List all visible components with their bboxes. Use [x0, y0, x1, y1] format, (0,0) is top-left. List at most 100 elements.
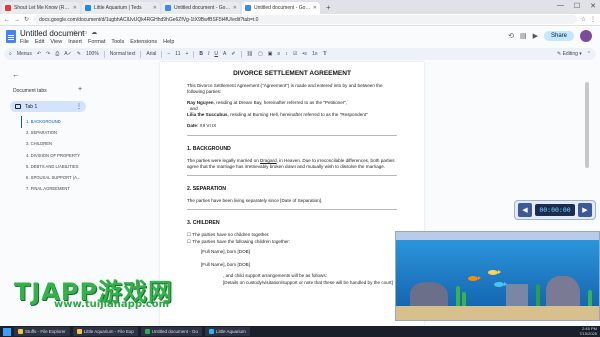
taskbar-item[interactable]: Little Aquarium: [205, 327, 250, 336]
emulator-right-button[interactable]: ▶: [578, 203, 592, 217]
browser-tab[interactable]: Shout Let Me Know (Resc... ✕: [2, 2, 80, 14]
more-options-icon[interactable]: ⋮: [76, 103, 82, 110]
style-select[interactable]: Normal text: [110, 51, 136, 57]
reload-icon[interactable]: ↻: [24, 16, 29, 23]
outline-item[interactable]: 4. DIVISION OF PROPERTY: [26, 150, 98, 161]
menu-format[interactable]: Format: [88, 39, 105, 45]
menu-help[interactable]: Help: [163, 39, 174, 45]
close-icon[interactable]: ✕: [233, 5, 237, 11]
underline-icon[interactable]: U: [214, 51, 218, 57]
menu-view[interactable]: View: [50, 39, 62, 45]
taskbar-item[interactable]: Little Aquarium - File Exp: [72, 327, 138, 336]
fish-sprite[interactable]: [468, 276, 481, 281]
new-tab-button[interactable]: +: [322, 3, 335, 12]
close-icon[interactable]: ✕: [153, 5, 157, 11]
outline-item[interactable]: 2. SEPARATION: [26, 127, 98, 138]
redo-icon[interactable]: ↷: [46, 51, 50, 57]
aquarium-titlebar[interactable]: [396, 232, 599, 240]
emulator-left-button[interactable]: ◀: [518, 203, 532, 217]
aquarium-app-icon: [209, 329, 214, 334]
menu-extensions[interactable]: Extensions: [130, 39, 157, 45]
clear-format-icon[interactable]: T̸: [323, 51, 326, 57]
menu-insert[interactable]: Insert: [68, 39, 82, 45]
scrollbar-thumb[interactable]: [585, 82, 589, 168]
taskbar-item[interactable]: Untitled document - Go: [140, 327, 202, 336]
section-heading: 2. SEPARATION: [187, 185, 227, 192]
menu-tools[interactable]: Tools: [111, 39, 124, 45]
custody-details: [Details on custody/visitation/support o…: [223, 279, 393, 285]
comments-icon[interactable]: ▤: [520, 32, 527, 40]
taskbar-item[interactable]: Stuffs - File Explorer: [14, 327, 70, 336]
link-icon[interactable]: ⛓: [247, 51, 253, 57]
bookmark-star-icon[interactable]: ☆: [581, 16, 586, 23]
zoom-select[interactable]: 100%: [86, 51, 99, 57]
close-icon[interactable]: ✕: [313, 5, 317, 11]
url-input[interactable]: docs.google.com/document/d/1ugbhAClUvUQk…: [33, 15, 577, 24]
menus-button[interactable]: Menus: [17, 51, 32, 57]
party-2-details: , residing at Burning Hell, hereinafter …: [227, 112, 368, 118]
checkbox-option[interactable]: ☐ The parties have no children together.: [187, 232, 397, 239]
collapse-toolbar-icon[interactable]: ⌃: [587, 51, 591, 57]
text-color-icon[interactable]: A: [223, 51, 226, 57]
move-folder-icon[interactable]: ▭: [81, 29, 87, 36]
aquarium-window[interactable]: [395, 231, 600, 321]
fish-sprite[interactable]: [494, 282, 507, 287]
avatar[interactable]: [580, 30, 592, 42]
cloud-status-icon[interactable]: ☁: [91, 29, 97, 36]
outline-item[interactable]: 5. DEBTS AND LIABILITIES: [26, 161, 98, 172]
intro-paragraph: This Divorce Settlement Agreement ("Agre…: [187, 83, 383, 95]
close-icon[interactable]: ✕: [73, 5, 77, 11]
comment-icon[interactable]: ▢: [258, 51, 263, 57]
system-clock[interactable]: 2:45 PM 7/15/2025: [579, 326, 597, 336]
numbered-list-icon[interactable]: 1≡: [312, 51, 318, 57]
tab-item-tab1[interactable]: Tab 1 ⋮: [10, 101, 86, 112]
line-spacing-icon[interactable]: ↕: [285, 51, 288, 57]
close-window-icon[interactable]: ✕: [590, 2, 596, 10]
windows-start-icon[interactable]: [3, 327, 11, 336]
docs-logo-icon[interactable]: [6, 30, 16, 43]
menu-edit[interactable]: Edit: [35, 39, 44, 45]
fish-sprite[interactable]: [488, 270, 501, 275]
font-size-increase[interactable]: +: [185, 51, 188, 57]
menu-file[interactable]: File: [20, 39, 29, 45]
italic-icon[interactable]: I: [208, 51, 209, 57]
bold-icon[interactable]: B: [199, 51, 203, 57]
highlight-icon[interactable]: ✐: [231, 51, 235, 57]
font-size-input[interactable]: 11: [175, 51, 180, 57]
maximize-icon[interactable]: ☐: [574, 2, 580, 10]
browser-tab[interactable]: Untitled document - Google D... ✕: [162, 2, 240, 14]
spellcheck-icon[interactable]: A✓: [64, 51, 72, 57]
editing-mode-select[interactable]: ✎ Editing ▾: [557, 51, 582, 57]
checkbox-option[interactable]: ☐ The parties have the following childre…: [187, 239, 397, 246]
history-icon[interactable]: ⟲: [508, 32, 514, 40]
browser-menu-icon[interactable]: ⋮: [590, 16, 596, 23]
star-icon[interactable]: ☆: [72, 29, 77, 36]
minimize-icon[interactable]: —: [557, 2, 564, 10]
back-arrow-icon[interactable]: ←: [12, 70, 20, 79]
forward-icon[interactable]: →: [14, 17, 20, 23]
browser-tab[interactable]: Little Aquarium | Teds ✕: [82, 2, 160, 14]
outline-item[interactable]: 3. CHILDREN: [26, 138, 98, 149]
outline-item[interactable]: 1. BACKGROUND: [26, 116, 98, 127]
font-select[interactable]: Arial: [146, 51, 156, 57]
outline-item[interactable]: 7. FINAL AGREEMENT: [26, 183, 98, 194]
checklist-icon[interactable]: ☑: [293, 51, 297, 57]
font-size-decrease[interactable]: −: [167, 51, 170, 57]
undo-icon[interactable]: ↶: [37, 51, 41, 57]
search-icon[interactable]: ⌕: [9, 51, 12, 57]
back-icon[interactable]: ←: [4, 17, 10, 23]
image-icon[interactable]: ▣: [268, 51, 273, 57]
outline-item[interactable]: 6. SPOUSAL SUPPORT (A...: [26, 172, 98, 183]
print-icon[interactable]: ⎙: [55, 51, 59, 57]
tab-item-label: Tab 1: [25, 103, 38, 110]
align-icon[interactable]: ≡: [277, 51, 280, 57]
browser-tab-active[interactable]: Untitled document - Google D... ✕: [242, 2, 320, 14]
add-tab-button[interactable]: +: [78, 86, 82, 93]
bullet-list-icon[interactable]: •≡: [302, 51, 307, 57]
document-heading: DIVORCE SETTLEMENT AGREEMENT: [233, 70, 351, 77]
marriage-date-link[interactable]: Dragard: [260, 158, 277, 163]
meet-icon[interactable]: ▶: [533, 32, 538, 40]
document-page[interactable]: DIVORCE SETTLEMENT AGREEMENT This Divorc…: [160, 62, 424, 326]
share-button[interactable]: Share: [543, 31, 574, 41]
paint-format-icon[interactable]: ✎: [77, 51, 81, 57]
